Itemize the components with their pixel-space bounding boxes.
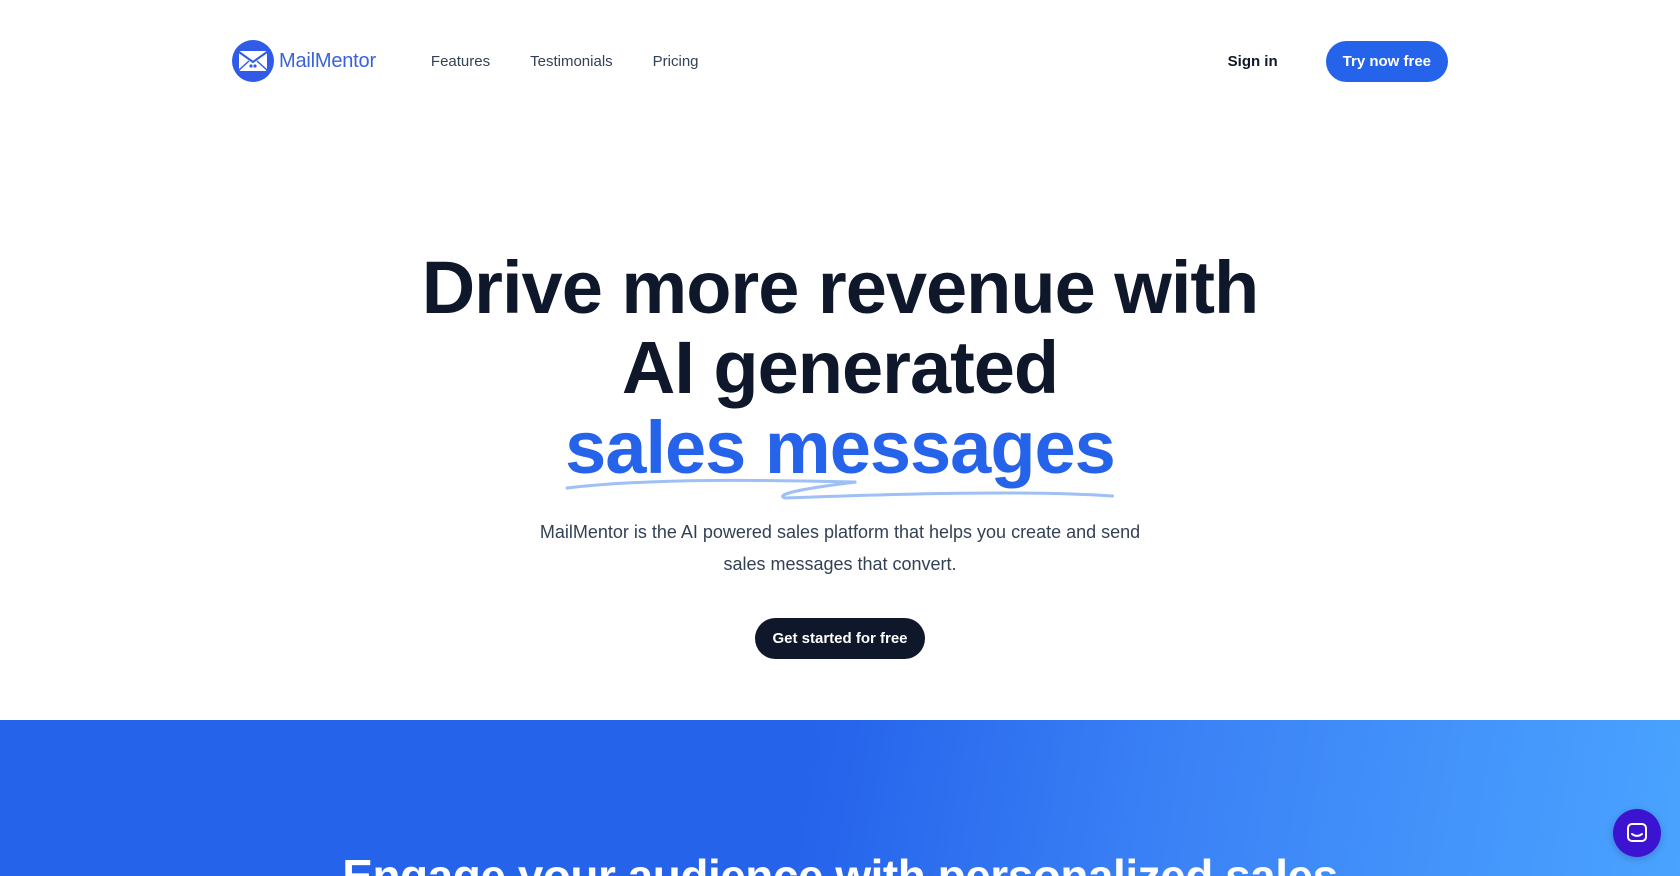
- nav-item-features[interactable]: Features: [431, 53, 490, 70]
- envelope-icon: [232, 40, 274, 82]
- chat-launcher-button[interactable]: [1613, 809, 1661, 857]
- brand-logo[interactable]: MailMentor: [232, 40, 376, 82]
- sign-in-link[interactable]: Sign in: [1228, 53, 1278, 70]
- hero-title: Drive more revenue with AI generated sal…: [0, 246, 1680, 500]
- hero-title-line-1: Drive more revenue with: [421, 246, 1260, 329]
- brand-name: MailMentor: [279, 49, 376, 72]
- get-started-button[interactable]: Get started for free: [755, 618, 925, 659]
- hero-section: Drive more revenue with AI generated sal…: [0, 248, 1680, 659]
- hero-subtitle: MailMentor is the AI powered sales platf…: [539, 522, 1141, 574]
- hero-title-highlight: sales messages: [565, 408, 1116, 500]
- feature-band: Engage your audience with personalized s…: [0, 720, 1680, 876]
- chat-icon: [1627, 823, 1647, 842]
- main-nav: Features Testimonials Pricing: [431, 53, 699, 70]
- squiggle-underline-icon: [565, 478, 1115, 500]
- site-header: MailMentor Features Testimonials Pricing…: [232, 38, 1448, 84]
- try-now-free-button[interactable]: Try now free: [1325, 40, 1448, 82]
- header-actions: Sign in Try now free: [1228, 40, 1448, 82]
- landing-page: MailMentor Features Testimonials Pricing…: [0, 0, 1680, 876]
- hero-title-line-2: AI generated: [621, 326, 1059, 409]
- nav-item-testimonials[interactable]: Testimonials: [530, 53, 613, 70]
- feature-band-title: Engage your audience with personalized s…: [342, 850, 1338, 876]
- nav-item-pricing[interactable]: Pricing: [653, 53, 699, 70]
- hero-title-line-3: sales messages: [0, 408, 1680, 500]
